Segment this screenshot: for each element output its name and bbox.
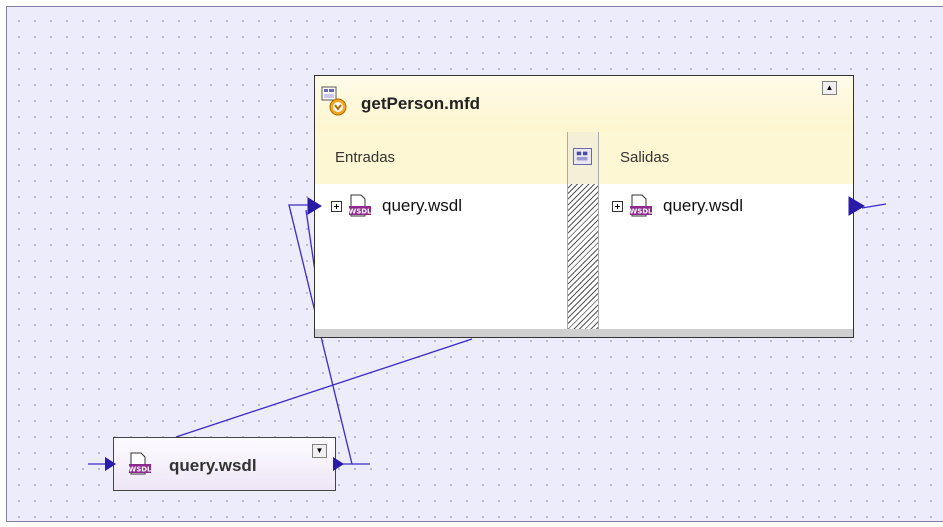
split-view-icon[interactable] [573, 148, 592, 165]
column-splitter[interactable] [567, 132, 599, 329]
input-port-icon[interactable] [307, 197, 323, 215]
inputs-header: Entradas [335, 149, 396, 166]
output-port-icon[interactable] [332, 456, 346, 472]
mapping-component-icon [321, 86, 347, 116]
plus-box-icon[interactable] [612, 200, 623, 212]
outputs-header: Salidas [620, 149, 670, 166]
output-port-icon[interactable] [848, 196, 866, 216]
input-item-label: query.wsdl [382, 196, 462, 215]
svg-text:WSDL: WSDL [629, 208, 653, 216]
collapse-button[interactable]: ▲ [822, 81, 837, 95]
component-title-bar[interactable]: getPerson.mfd ▲ [315, 76, 853, 132]
mapping-component-getperson[interactable]: getPerson.mfd ▲ Entradas Salidas WSDL qu… [314, 75, 854, 338]
wsdl-file-icon: WSDL [629, 194, 653, 217]
svg-text:WSDL: WSDL [128, 466, 152, 474]
wsdl-file-icon: WSDL [128, 452, 152, 475]
component-title: query.wsdl [169, 456, 257, 475]
input-port-icon[interactable] [104, 456, 118, 472]
component-bottom-bar [315, 329, 853, 337]
wsdl-file-icon: WSDL [348, 194, 372, 217]
output-item-label: query.wsdl [663, 196, 743, 215]
component-title: getPerson.mfd [361, 94, 481, 113]
output-item-row[interactable]: WSDL query.wsdl [612, 193, 743, 219]
source-component-query-wsdl[interactable]: WSDL query.wsdl ▼ [113, 437, 336, 491]
input-item-row[interactable]: WSDL query.wsdl [331, 193, 462, 219]
svg-text:WSDL: WSDL [348, 208, 372, 216]
plus-box-icon[interactable] [331, 200, 342, 212]
collapse-triangle-icon[interactable]: ▼ [312, 444, 327, 458]
